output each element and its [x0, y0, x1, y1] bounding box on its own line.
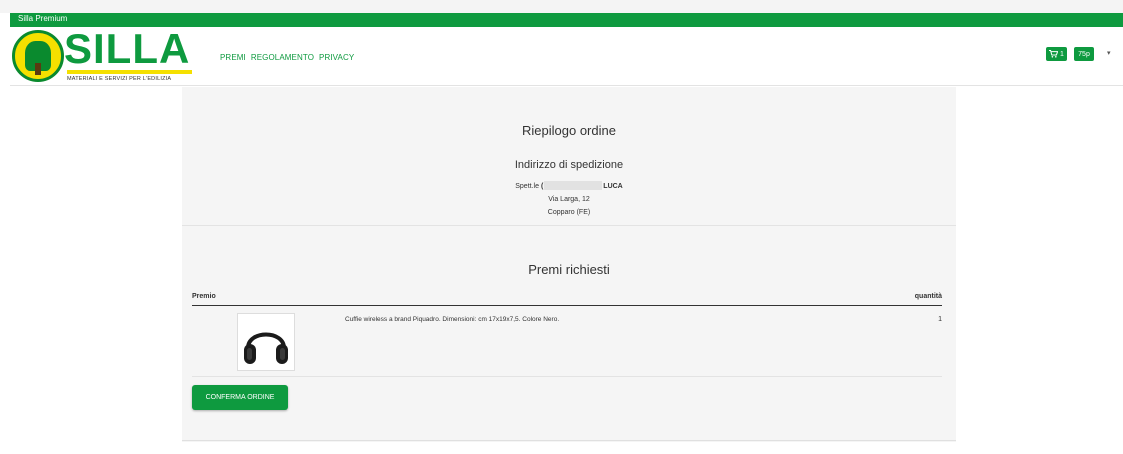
- main-nav: PREMI REGOLAMENTO PRIVACY: [220, 53, 354, 62]
- redacted-name: [544, 181, 603, 190]
- tree-logo-icon: [12, 30, 64, 82]
- logo-tagline: MATERIALI E SERVIZI PER L'EDILIZIA: [67, 76, 172, 82]
- order-summary-panel: Riepilogo ordine Indirizzo di spedizione…: [182, 87, 956, 442]
- address-street: Via Larga, 12: [548, 196, 590, 203]
- table-row: Cuffie wireless a brand Piquadro. Dimens…: [192, 307, 942, 377]
- prize-thumbnail: [237, 313, 295, 371]
- chevron-down-icon[interactable]: ▾: [1107, 49, 1111, 57]
- points-value: 75p: [1078, 50, 1090, 58]
- recipient-prefix: Spett.le: [515, 183, 539, 190]
- nav-link-privacy[interactable]: PRIVACY: [319, 53, 354, 62]
- silla-logo[interactable]: SILLA MATERIALI E SERVIZI PER L'EDILIZIA: [12, 26, 197, 86]
- panel-bottom-border: [182, 440, 956, 441]
- column-header-quantity: quantità: [914, 293, 942, 300]
- requested-prizes-title: Premi richiesti: [528, 262, 610, 277]
- logo-underline: [67, 70, 192, 74]
- top-bar-title: Silla Premium: [18, 14, 68, 23]
- shipping-address-title: Indirizzo di spedizione: [514, 159, 624, 171]
- cart-count: 1: [1060, 50, 1064, 58]
- recipient-name-suffix: LUCA: [603, 183, 623, 190]
- site-header: SILLA MATERIALI E SERVIZI PER L'EDILIZIA…: [10, 26, 1123, 86]
- recipient-line: Spett.le ( LUCA: [182, 181, 956, 190]
- confirm-order-button[interactable]: CONFERMA ORDINE: [192, 385, 288, 410]
- points-button[interactable]: 75p: [1074, 47, 1094, 61]
- prizes-table-header: Premio quantità: [192, 290, 942, 306]
- nav-link-premi[interactable]: PREMI: [220, 53, 246, 62]
- order-summary-title: Riepilogo ordine: [522, 123, 616, 138]
- cart-icon: [1049, 50, 1059, 58]
- nav-link-regolamento[interactable]: REGOLAMENTO: [251, 53, 314, 62]
- prize-quantity: 1: [938, 316, 942, 323]
- headphones-icon: [244, 332, 288, 364]
- recipient-initial: (: [540, 183, 544, 190]
- cart-button[interactable]: 1: [1046, 47, 1067, 61]
- column-header-prize: Premio: [192, 293, 216, 300]
- window-top-strip: [0, 0, 1123, 13]
- prize-description: Cuffie wireless a brand Piquadro. Dimens…: [345, 316, 560, 323]
- logo-wordmark: SILLA: [64, 25, 191, 72]
- address-city: Copparo (FE): [547, 209, 591, 216]
- section-divider: [182, 225, 956, 226]
